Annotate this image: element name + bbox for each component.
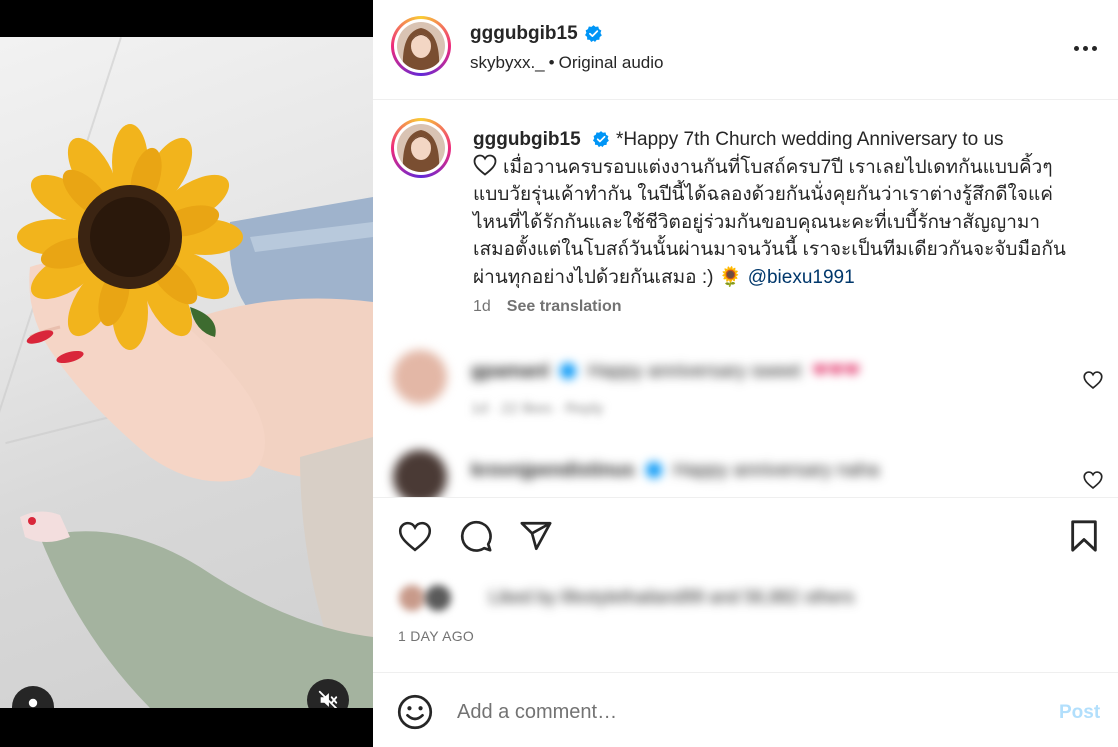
person-icon [28,698,38,708]
caption-author-avatar[interactable] [391,118,451,178]
sunflower-emoji: 🌻 [718,266,743,288]
comment-composer: Post [373,672,1118,747]
caption-meta: 1d See translation [473,298,622,316]
separator-dot: • [548,53,555,72]
comment-text: gpamanl Happy anniversary sweet ❤❤❤ [471,360,860,383]
media-viewer [0,0,373,747]
caption-username[interactable]: gggubgib15 [473,129,581,150]
commenter-username[interactable]: gpamanl [471,361,549,382]
liker-avatars [397,583,459,615]
audio-owner-link[interactable]: skybyxx._ [470,53,545,72]
verified-badge-icon [584,25,602,43]
comment-bubble-icon [460,520,492,552]
post-panel: gggubgib15 skybyxx._ • Original audio gg… [373,0,1118,747]
audio-attribution: skybyxx._ • Original audio [470,53,664,73]
comment-like-button[interactable] [1083,370,1103,390]
likes-text[interactable]: Liked by lifestylethailand99 and 56,882 … [489,587,854,608]
comment-like-button[interactable] [1083,470,1103,490]
hearts-emoji: ❤❤❤ [812,361,861,382]
like-button[interactable] [397,518,433,554]
save-button[interactable] [1066,518,1102,554]
sweater [300,437,373,647]
comment-button[interactable] [458,518,494,554]
profile-photo [397,124,445,172]
caption-text-english: *Happy 7th Church wedding Anniversary to… [615,129,1004,150]
comment-body: Happy anniversary sweet [587,361,802,382]
see-translation-button[interactable]: See translation [507,298,622,315]
author-avatar[interactable] [391,16,451,76]
share-button[interactable] [518,518,554,554]
action-bar [373,497,1118,577]
comment-item: krovnjpendistinus Happy anniversary naha [373,445,1118,497]
comment-text: krovnjpendistinus Happy anniversary naha [471,460,879,482]
video-frame[interactable] [0,37,373,708]
more-dot [1091,45,1097,51]
commenter-username[interactable]: krovnjpendistinus [471,460,635,481]
post-timestamp[interactable]: 1 DAY AGO [398,628,474,644]
comment-item: gpamanl Happy anniversary sweet ❤❤❤ 1d ·… [373,345,1118,445]
more-options-button[interactable] [1067,36,1103,60]
bookmark-icon [1071,520,1097,552]
comment-body: Happy anniversary naha [673,460,880,481]
post-comment-button[interactable]: Post [1059,702,1100,724]
author-username[interactable]: gggubgib15 [470,23,603,45]
verified-badge-icon [592,131,609,148]
sunflower-video-still [17,124,373,708]
caption-age[interactable]: 1d [473,298,491,315]
commenter-avatar[interactable] [393,350,447,404]
heart-outline-icon [473,154,497,176]
verified-badge-icon [560,363,577,379]
username-text[interactable]: gggubgib15 [470,23,578,44]
heart-outline-icon [398,521,432,551]
verified-badge-icon [645,462,662,478]
mention-link[interactable]: @biexu1991 [748,267,855,288]
smiley-icon[interactable] [397,694,433,730]
comments-scroll-area[interactable]: gggubgib15 *Happy 7th Church wedding Ann… [373,100,1118,497]
more-dot [1082,45,1088,51]
more-horizontal-icon [1073,45,1079,51]
likes-summary[interactable]: Liked by lifestylethailand99 and 56,882 … [397,577,1097,621]
comment-meta: 1d · 22 likes · Reply [471,400,604,417]
post-caption: gggubgib15 *Happy 7th Church wedding Ann… [473,126,1073,291]
post-header: gggubgib15 skybyxx._ • Original audio [373,0,1118,100]
speaker-muted-icon [318,690,338,708]
commenter-avatar[interactable] [393,450,447,497]
paper-plane-icon [520,521,552,551]
comment-input[interactable] [457,697,1017,727]
profile-photo [397,22,445,70]
audio-label-link[interactable]: Original audio [559,53,664,72]
